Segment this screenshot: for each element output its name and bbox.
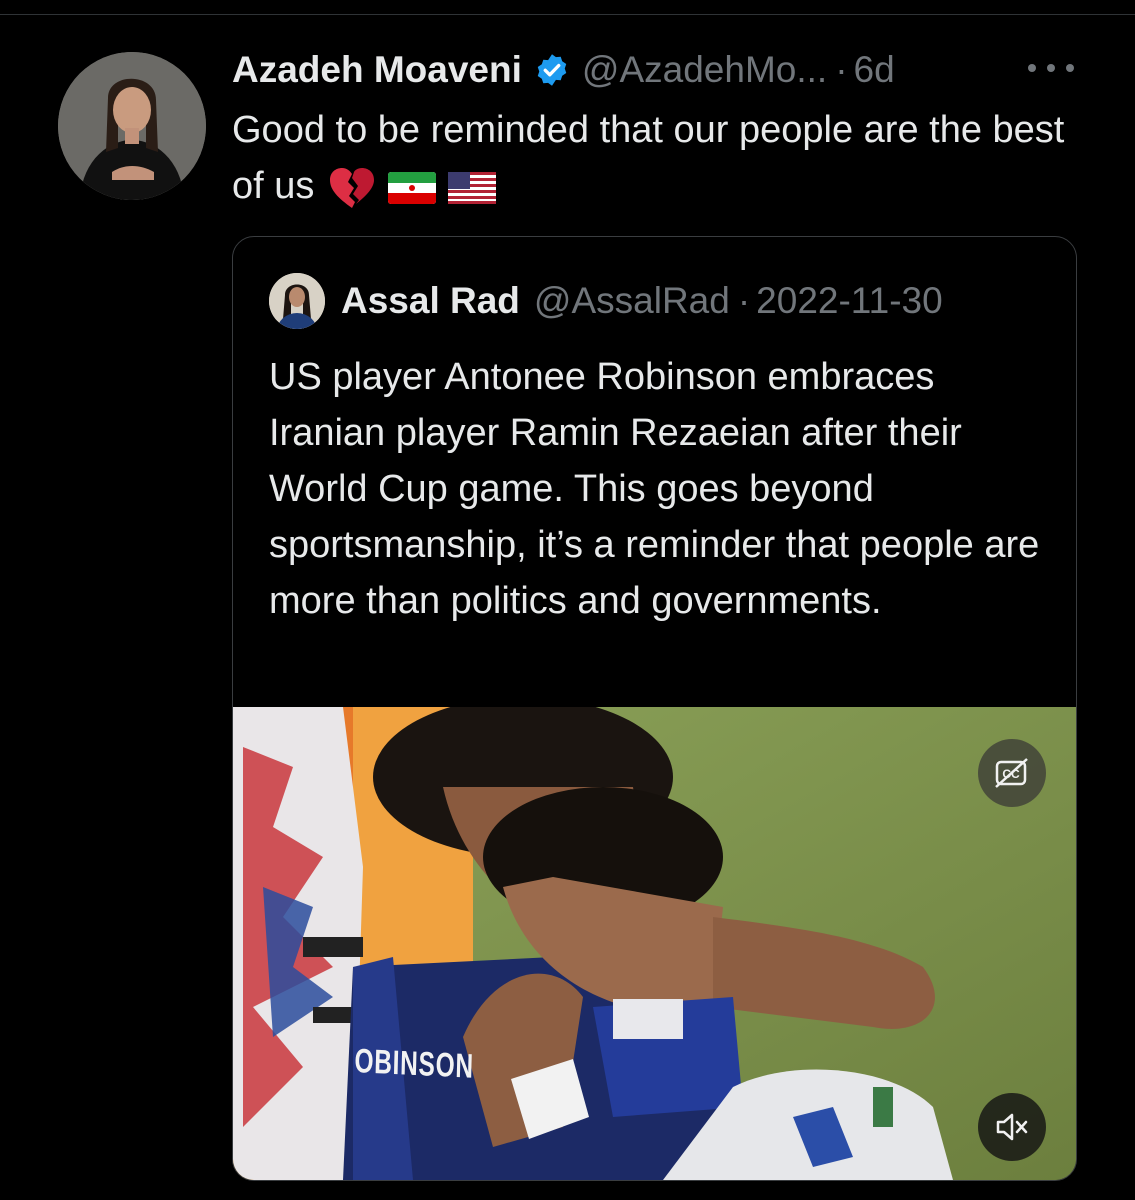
broken-heart-emoji bbox=[330, 167, 375, 208]
dot bbox=[1028, 64, 1036, 72]
us-flag-emoji bbox=[448, 171, 497, 204]
quoted-author-avatar[interactable] bbox=[269, 273, 325, 329]
volume-muted-icon[interactable] bbox=[978, 1093, 1046, 1161]
iran-flag-emoji bbox=[388, 171, 437, 204]
quoted-tweet-card[interactable]: Assal Rad @AssalRad · 2022-11-30 US play… bbox=[232, 236, 1077, 1181]
video-frame-image bbox=[233, 707, 1076, 1180]
tweet-text: Good to be reminded that our people are … bbox=[232, 102, 1092, 214]
avatar-photo bbox=[269, 273, 325, 329]
tweet-timestamp[interactable]: 6d bbox=[854, 49, 895, 91]
quoted-tweet-date[interactable]: 2022-11-30 bbox=[756, 280, 943, 322]
dot bbox=[1047, 64, 1055, 72]
emoji-row bbox=[328, 166, 508, 210]
closed-captions-off-icon[interactable]: CC bbox=[978, 739, 1046, 807]
top-divider bbox=[0, 14, 1135, 15]
separator-dot: · bbox=[835, 49, 848, 90]
author-name[interactable]: Azadeh Moaveni bbox=[232, 49, 522, 91]
author-handle[interactable]: @AzadehMo... bbox=[582, 49, 827, 91]
verified-badge-icon bbox=[534, 52, 570, 88]
tweet-header: Azadeh Moaveni @AzadehMo... · 6d bbox=[232, 40, 895, 100]
quoted-tweet-header: Assal Rad @AssalRad · 2022-11-30 bbox=[269, 273, 943, 329]
mute-glyph bbox=[996, 1113, 1028, 1141]
separator-dot: · bbox=[737, 280, 751, 321]
jersey-name-text: OBINSON bbox=[354, 1042, 475, 1086]
quoted-tweet-text: US player Antonee Robinson embraces Iran… bbox=[269, 356, 1040, 622]
quoted-author-name[interactable]: Assal Rad bbox=[341, 280, 520, 322]
quoted-author-handle[interactable]: @AssalRad bbox=[534, 280, 730, 322]
author-avatar[interactable] bbox=[58, 52, 206, 200]
cc-glyph: CC bbox=[995, 758, 1028, 788]
more-dots-icon[interactable] bbox=[1028, 56, 1074, 80]
avatar-photo bbox=[58, 52, 206, 200]
video-player[interactable]: OBINSON CC bbox=[233, 707, 1076, 1180]
dot bbox=[1066, 64, 1074, 72]
